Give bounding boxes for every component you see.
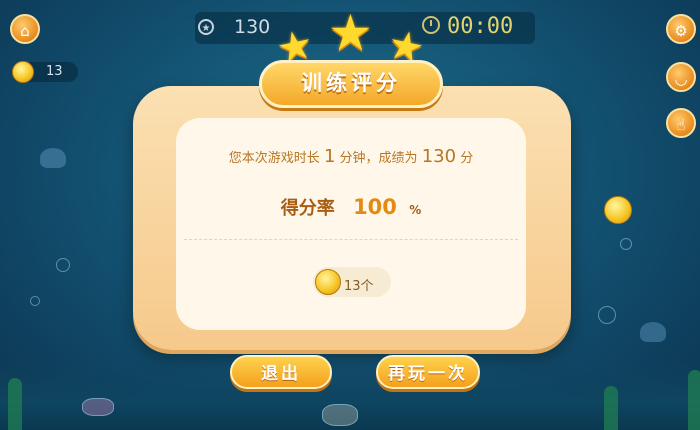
rate-value: 100 xyxy=(353,195,397,219)
floating-coin xyxy=(604,196,632,224)
divider xyxy=(184,239,518,240)
reward-count: 13个 xyxy=(344,279,374,294)
seaweed xyxy=(604,386,618,430)
star-circle-icon: ★ xyxy=(198,19,214,35)
bubble xyxy=(56,258,70,272)
rate-label: 得分率 xyxy=(280,198,335,219)
result-prefix: 您本次游戏时长 xyxy=(228,151,320,166)
star-icon: ★ xyxy=(328,4,373,62)
hud-score: 130 xyxy=(234,16,271,38)
coin-icon xyxy=(315,269,341,295)
dialog-title: 训练评分 xyxy=(301,71,401,95)
bubble xyxy=(620,238,632,250)
coin-count: 13 xyxy=(46,64,63,79)
cup-button[interactable]: ◡ xyxy=(666,62,696,92)
cup-icon: ◡ xyxy=(674,70,688,88)
gear-icon: ⚙ xyxy=(674,22,688,40)
rate-unit: % xyxy=(409,203,422,217)
jellyfish xyxy=(640,322,666,342)
score-rate: 得分率 100 % xyxy=(176,194,526,220)
hand-icon: ☝ xyxy=(676,116,686,134)
duration-value: 1 xyxy=(323,146,336,167)
result-summary: 您本次游戏时长 1 分钟，成绩为 130 分 xyxy=(176,146,526,167)
bubble xyxy=(322,404,358,426)
bubble xyxy=(598,306,616,324)
exit-button[interactable]: 退出 xyxy=(230,355,332,389)
settings-button[interactable]: ⚙ xyxy=(666,14,696,44)
jellyfish xyxy=(40,148,66,168)
retry-button[interactable]: 再玩一次 xyxy=(376,355,480,389)
home-icon: ⌂ xyxy=(20,22,30,40)
duration-unit: 分钟，成绩为 xyxy=(339,151,418,166)
coin-icon xyxy=(12,61,34,83)
score-unit: 分 xyxy=(460,151,474,166)
hint-button[interactable]: ☝ xyxy=(666,108,696,138)
home-button[interactable]: ⌂ xyxy=(10,14,40,44)
seaweed xyxy=(688,370,700,430)
hud-timer: 00:00 xyxy=(447,14,514,39)
bubble xyxy=(82,398,114,416)
bubble xyxy=(30,296,40,306)
score-value: 130 xyxy=(421,146,457,167)
seaweed xyxy=(8,378,22,430)
